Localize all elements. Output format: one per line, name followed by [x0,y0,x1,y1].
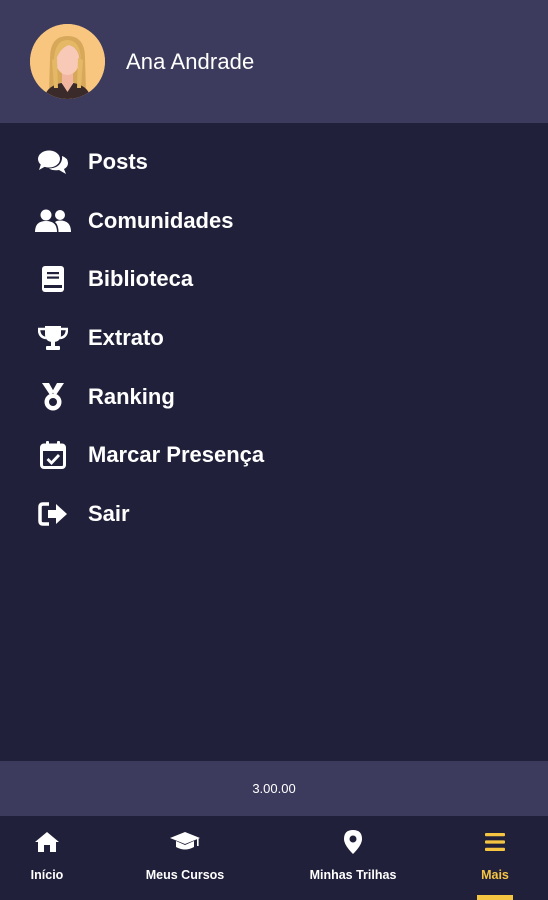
menu-item-label: Marcar Presença [88,442,265,468]
home-icon [35,830,59,854]
bottom-nav: Início Meus Cursos Minhas Trilhas Mais [0,816,548,900]
menu-item-label: Ranking [88,383,175,409]
avatar [30,24,105,99]
user-name: Ana Andrade [126,48,255,74]
menu-item-posts[interactable]: Posts [0,133,548,192]
graduation-cap-icon [170,830,200,854]
menu-item-label: Sair [88,500,130,526]
book-icon [34,263,72,295]
calendar-check-icon [34,439,72,471]
menu-item-extrato[interactable]: Extrato [0,309,548,368]
menu-item-biblioteca[interactable]: Biblioteca [0,250,548,309]
map-marker-icon [344,830,362,854]
sign-out-icon [34,498,72,530]
side-menu: Posts Comunidades Biblioteca Extrato Ran… [0,133,548,543]
profile-header[interactable]: Ana Andrade [0,0,548,123]
comments-icon [34,146,72,178]
nav-item-mais[interactable]: Mais [460,816,530,900]
nav-item-meus-cursos[interactable]: Meus Cursos [130,816,240,900]
nav-item-inicio[interactable]: Início [2,816,92,900]
menu-item-label: Posts [88,149,148,175]
menu-item-comunidades[interactable]: Comunidades [0,192,548,251]
hamburger-menu-icon [485,830,505,854]
trophy-icon [34,322,72,354]
menu-item-label: Biblioteca [88,266,194,292]
menu-item-label: Comunidades [88,207,234,233]
menu-item-sair[interactable]: Sair [0,485,548,544]
menu-item-label: Extrato [88,325,164,351]
version-bar: 3.00.00 [0,761,548,816]
active-indicator [477,895,513,900]
nav-label: Meus Cursos [145,868,225,882]
app-version: 3.00.00 [252,781,296,796]
nav-label: Minhas Trilhas [309,868,397,882]
nav-label: Mais [481,868,509,882]
medal-icon [34,381,72,413]
nav-item-minhas-trilhas[interactable]: Minhas Trilhas [293,816,413,900]
users-icon [34,205,72,237]
menu-item-ranking[interactable]: Ranking [0,367,548,426]
nav-label: Início [30,868,64,882]
menu-item-marcar-presenca[interactable]: Marcar Presença [0,426,548,485]
